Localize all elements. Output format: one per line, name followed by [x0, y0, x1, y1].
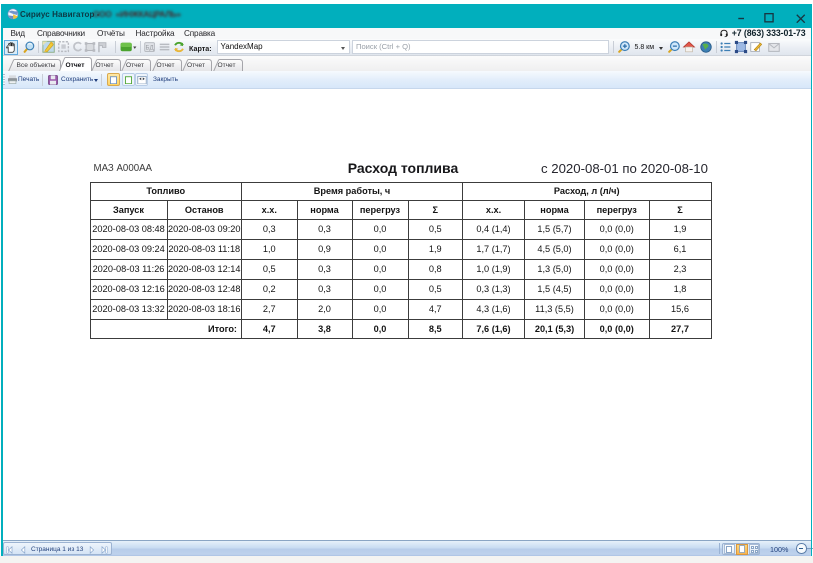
svg-text:БД: БД: [145, 45, 154, 52]
